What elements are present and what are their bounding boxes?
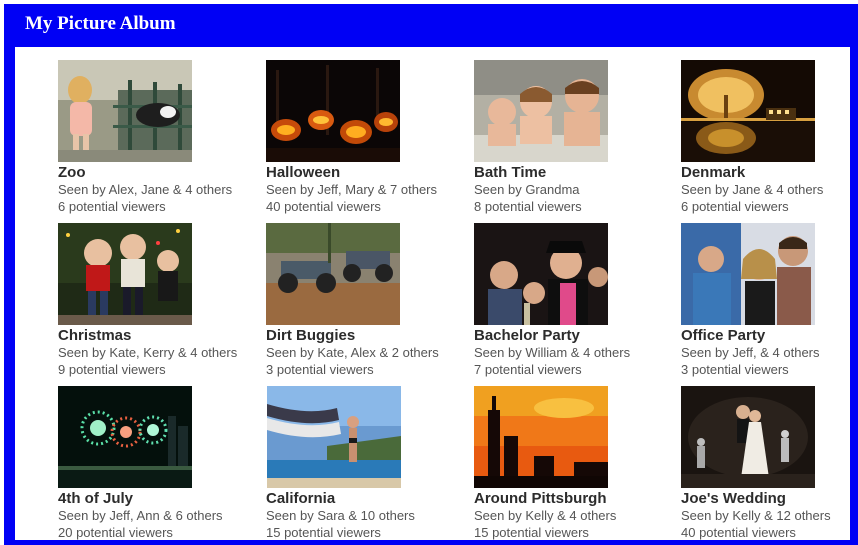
album-potential-viewers: 20 potential viewers [58, 525, 173, 540]
album-thumbnail[interactable] [58, 60, 192, 162]
album-thumbnail[interactable] [58, 223, 192, 325]
album-seen-by: Seen by Jane & 4 others [681, 182, 824, 197]
album-card-bachelor-party[interactable]: Bachelor Party Seen by William & 4 other… [474, 223, 674, 378]
album-thumbnail[interactable] [474, 60, 608, 162]
album-potential-viewers: 6 potential viewers [58, 199, 166, 214]
album-card-bath-time[interactable]: Bath Time Seen by Grandma 8 potential vi… [474, 60, 674, 215]
album-title[interactable]: Denmark [681, 164, 850, 181]
album-card-joes-wedding[interactable]: Joe's Wedding Seen by Kelly & 12 others … [681, 386, 850, 540]
album-card-halloween[interactable]: Halloween Seen by Jeff, Mary & 7 others … [266, 60, 466, 215]
album-seen-by: Seen by Kate, Kerry & 4 others [58, 345, 238, 360]
album-title[interactable]: Zoo [58, 164, 258, 181]
album-potential-viewers: 6 potential viewers [681, 199, 789, 214]
album-card-4th-of-july[interactable]: 4th of July Seen by Jeff, Ann & 6 others… [58, 386, 258, 540]
album-seen-by: Seen by Grandma [474, 182, 580, 197]
album-window: My Picture Album Zoo Seen by Alex, Jane … [4, 4, 858, 545]
album-thumbnail[interactable] [58, 386, 192, 488]
window-title: My Picture Album [25, 13, 176, 34]
album-title[interactable]: Halloween [266, 164, 466, 181]
album-thumbnail[interactable] [681, 60, 815, 162]
album-seen-by: Seen by Jeff, Mary & 7 others [266, 182, 438, 197]
album-potential-viewers: 3 potential viewers [266, 362, 374, 377]
album-potential-viewers: 3 potential viewers [681, 362, 789, 377]
album-seen-by: Seen by Jeff, Ann & 6 others [58, 508, 223, 523]
album-seen-by: Seen by Jeff, & 4 others [681, 345, 820, 360]
album-thumbnail[interactable] [266, 60, 400, 162]
album-potential-viewers: 8 potential viewers [474, 199, 582, 214]
album-title[interactable]: Bath Time [474, 164, 674, 181]
album-seen-by: Seen by Kate, Alex & 2 others [266, 345, 439, 360]
album-potential-viewers: 7 potential viewers [474, 362, 582, 377]
album-potential-viewers: 40 potential viewers [681, 525, 796, 540]
album-card-around-pittsburgh[interactable]: Around Pittsburgh Seen by Kelly & 4 othe… [474, 386, 674, 540]
album-card-office-party[interactable]: Office Party Seen by Jeff, & 4 others 3 … [681, 223, 850, 378]
album-seen-by: Seen by Alex, Jane & 4 others [58, 182, 233, 197]
album-potential-viewers: 9 potential viewers [58, 362, 166, 377]
album-title[interactable]: Bachelor Party [474, 327, 674, 344]
album-thumbnail[interactable] [474, 223, 608, 325]
album-thumbnail[interactable] [681, 386, 815, 488]
album-title[interactable]: Dirt Buggies [266, 327, 466, 344]
album-card-denmark[interactable]: Denmark Seen by Jane & 4 others 6 potent… [681, 60, 850, 215]
album-potential-viewers: 15 potential viewers [474, 525, 589, 540]
album-thumbnail[interactable] [681, 223, 815, 325]
album-title[interactable]: Christmas [58, 327, 258, 344]
album-thumbnail[interactable] [266, 223, 400, 325]
album-seen-by: Seen by William & 4 others [474, 345, 631, 360]
album-seen-by: Seen by Sara & 10 others [266, 508, 415, 523]
album-seen-by: Seen by Kelly & 12 others [681, 508, 831, 523]
album-card-dirt-buggies[interactable]: Dirt Buggies Seen by Kate, Alex & 2 othe… [266, 223, 466, 378]
album-thumbnail[interactable] [474, 386, 608, 488]
album-card-california[interactable]: California Seen by Sara & 10 others 15 p… [266, 386, 466, 540]
album-card-zoo[interactable]: Zoo Seen by Alex, Jane & 4 others 6 pote… [58, 60, 258, 215]
album-title[interactable]: Joe's Wedding [681, 490, 850, 507]
album-grid: Zoo Seen by Alex, Jane & 4 others 6 pote… [15, 47, 850, 540]
album-card-christmas[interactable]: Christmas Seen by Kate, Kerry & 4 others… [58, 223, 258, 378]
album-potential-viewers: 40 potential viewers [266, 199, 381, 214]
album-title[interactable]: 4th of July [58, 490, 258, 507]
album-potential-viewers: 15 potential viewers [266, 525, 381, 540]
album-title[interactable]: California [266, 490, 466, 507]
album-seen-by: Seen by Kelly & 4 others [474, 508, 617, 523]
album-title[interactable]: Around Pittsburgh [474, 490, 674, 507]
album-title[interactable]: Office Party [681, 327, 850, 344]
album-thumbnail[interactable] [266, 386, 402, 488]
